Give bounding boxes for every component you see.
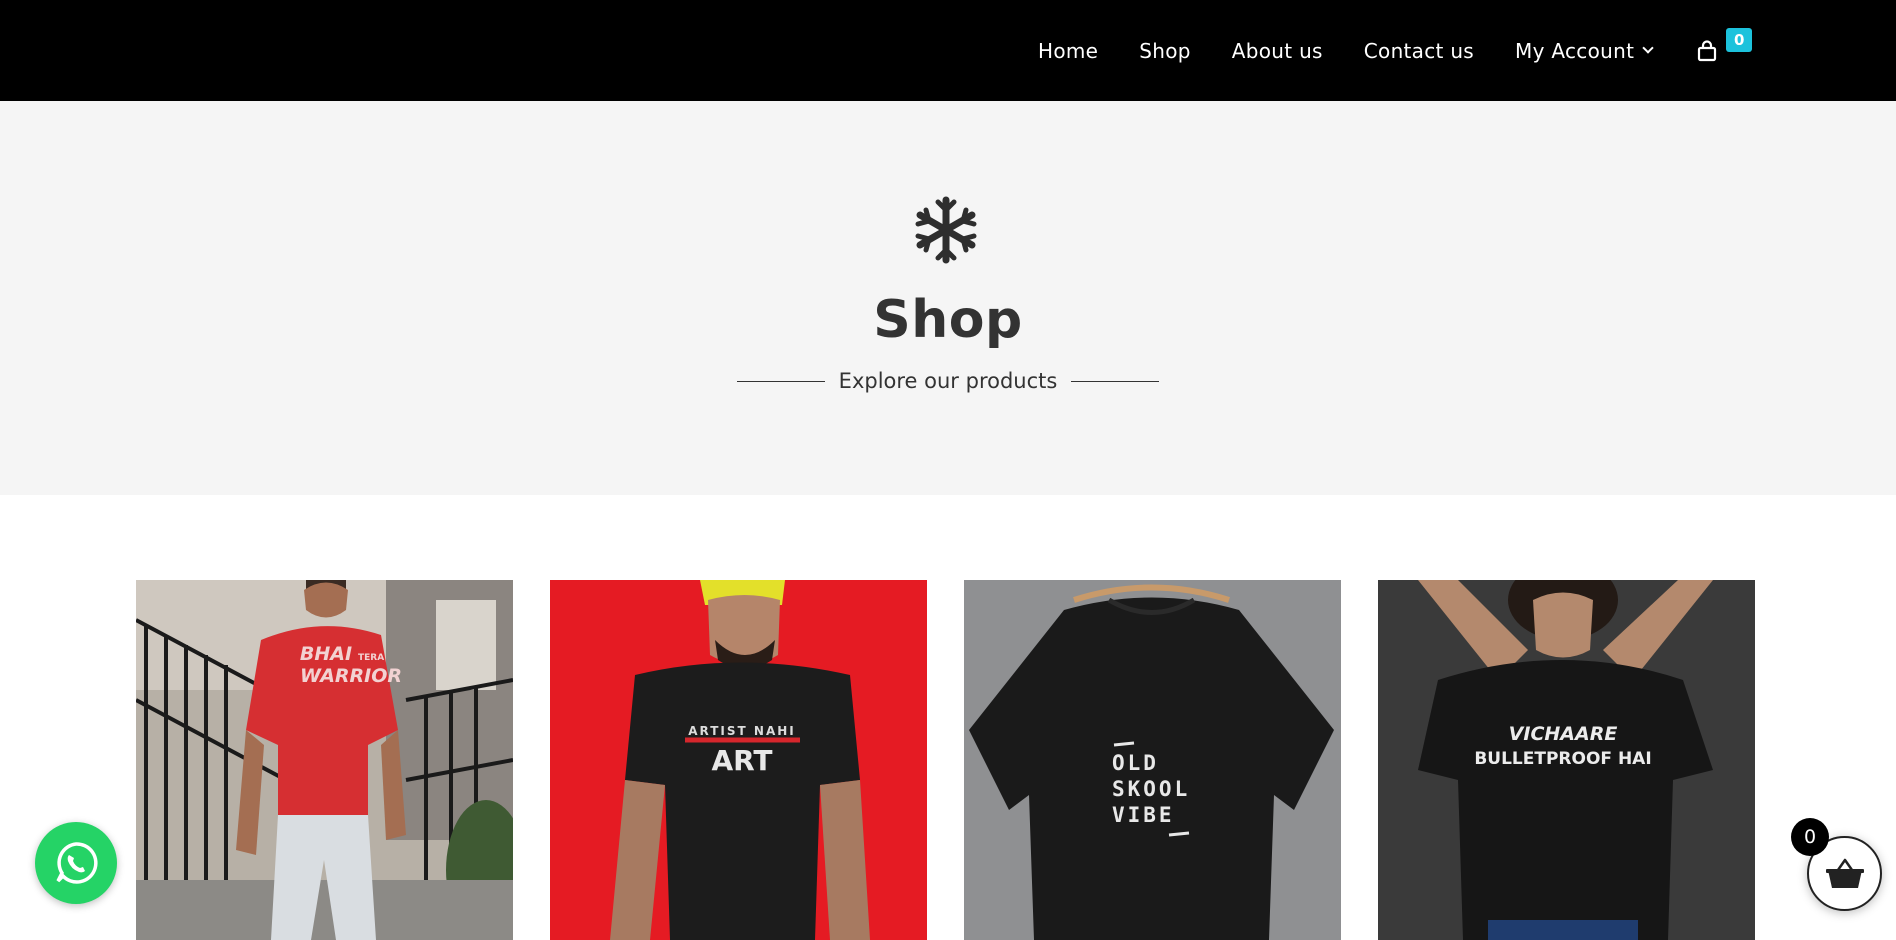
nav-my-account[interactable]: My Account: [1515, 38, 1654, 63]
svg-text:SKOOL: SKOOL: [1112, 777, 1190, 801]
page-title: Shop: [873, 290, 1023, 350]
svg-text:VICHAARE: VICHAARE: [1509, 723, 1618, 745]
product-card-2[interactable]: ARTIST NAHI ART: [550, 580, 927, 940]
nav-my-account-label: My Account: [1515, 38, 1635, 63]
svg-text:VIBE: VIBE: [1112, 803, 1175, 827]
svg-text:ART: ART: [711, 744, 772, 777]
subtitle-right-rule: [1071, 380, 1160, 382]
product-card-3[interactable]: OLD SKOOL VIBE: [964, 580, 1341, 940]
product-image: OLD SKOOL VIBE: [964, 580, 1341, 940]
whatsapp-button[interactable]: [35, 822, 117, 904]
product-card-4[interactable]: VICHAARE BULLETPROOF HAI: [1378, 580, 1755, 940]
svg-text:BHAI: BHAI: [300, 643, 352, 665]
nav-shop[interactable]: Shop: [1139, 39, 1191, 63]
svg-text:OLD: OLD: [1112, 751, 1159, 775]
subtitle-left-rule: [736, 380, 825, 382]
product-image: ARTIST NAHI ART: [550, 580, 927, 940]
basket-icon: [1825, 858, 1864, 888]
product-image: BHAI TERA WARRIOR: [136, 580, 513, 940]
whatsapp-icon: [56, 842, 98, 884]
product-card-1[interactable]: BHAI TERA WARRIOR: [136, 580, 513, 940]
svg-text:ARTIST NAHI: ARTIST NAHI: [688, 724, 795, 738]
nav-contact-us[interactable]: Contact us: [1364, 39, 1474, 63]
site-header: Home Shop About us Contact us My Account…: [0, 0, 1896, 101]
svg-text:BULLETPROOF HAI: BULLETPROOF HAI: [1474, 749, 1651, 769]
svg-text:WARRIOR: WARRIOR: [300, 665, 402, 687]
main-nav: Home Shop About us Contact us My Account…: [1038, 0, 1753, 101]
nav-home[interactable]: Home: [1038, 39, 1098, 63]
cart-count-badge: 0: [1726, 27, 1753, 52]
product-grid: BHAI TERA WARRIOR ARTIST NAHI ART OLD SK…: [136, 580, 1756, 940]
product-image: VICHAARE BULLETPROOF HAI: [1378, 580, 1755, 940]
chevron-down-icon: [1642, 42, 1654, 54]
snowflake-icon: [915, 196, 977, 264]
page-subtitle-row: Explore our products: [0, 369, 1896, 393]
nav-about-us[interactable]: About us: [1232, 39, 1323, 63]
svg-text:TERA: TERA: [358, 653, 384, 663]
mini-cart-count: 0: [1791, 818, 1829, 856]
header-cart[interactable]: 0: [1696, 27, 1753, 62]
page-subtitle: Explore our products: [838, 369, 1058, 393]
shopping-bag-icon: [1698, 39, 1717, 61]
